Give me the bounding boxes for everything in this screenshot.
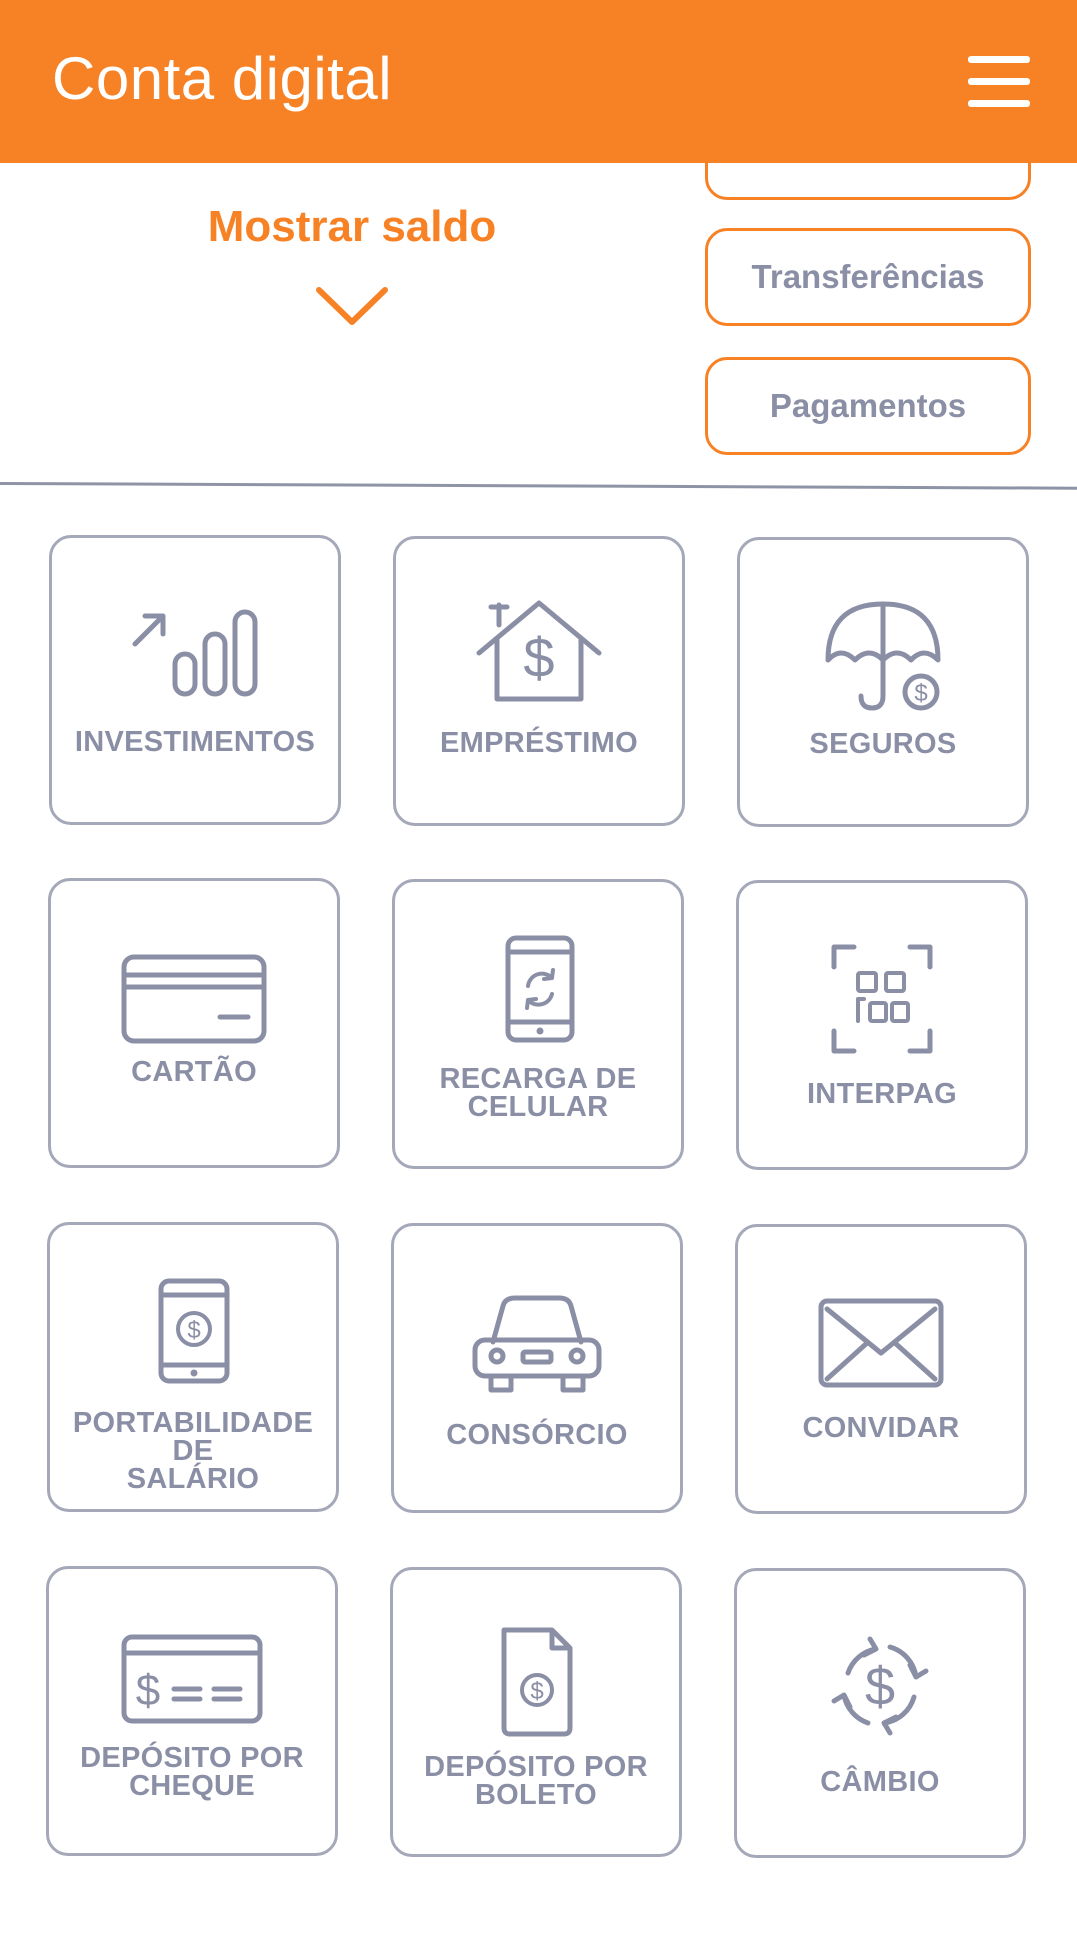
tile-portabilidade-salario[interactable]: $ PORTABILIDADE DE SALÁRIO [47, 1222, 339, 1512]
tile-interpag[interactable]: INTERPAG [736, 880, 1028, 1170]
tile-label: PORTABILIDADE DE SALÁRIO [72, 1407, 314, 1495]
tile-label: DEPÓSITO POR BOLETO [424, 1751, 648, 1811]
investments-chart-icon [125, 594, 265, 714]
tile-label: CÂMBIO [820, 1766, 940, 1798]
house-dollar-icon: $ [469, 595, 609, 715]
payments-button[interactable]: Pagamentos [705, 357, 1031, 455]
tile-label: INTERPAG [806, 1078, 958, 1110]
document-dollar-icon: $ [466, 1626, 606, 1746]
chevron-down-icon[interactable] [315, 284, 389, 330]
hamburger-menu-icon[interactable] [962, 56, 1034, 108]
tile-recarga-celular[interactable]: RECARGA DE CELULAR [392, 879, 684, 1169]
svg-text:$: $ [523, 626, 554, 689]
tile-deposito-cheque[interactable]: $ DEPÓSITO POR CHEQUE [46, 1566, 338, 1856]
tile-label: EMPRÉSTIMO [440, 727, 638, 759]
tile-emprestimo[interactable]: $ EMPRÉSTIMO [393, 536, 685, 826]
tile-investimentos[interactable]: INVESTIMENTOS [49, 535, 341, 825]
phone-dollar-icon: $ [123, 1278, 263, 1401]
svg-text:$: $ [530, 1678, 543, 1705]
show-balance-toggle[interactable]: Mostrar saldo [110, 202, 594, 252]
tile-consorcio[interactable]: CONSÓRCIO [391, 1223, 683, 1513]
page-title: Conta digital [52, 45, 393, 112]
tile-cartao[interactable]: CARTÃO [48, 878, 340, 1168]
tile-label: INVESTIMENTOS [74, 726, 316, 758]
umbrella-dollar-icon: $ [813, 596, 953, 716]
tile-label: CONSÓRCIO [446, 1419, 628, 1451]
transfers-button[interactable]: Transferências [705, 228, 1031, 326]
svg-text:$: $ [914, 680, 927, 707]
app-header: Conta digital [0, 0, 1077, 163]
tile-label: CONVIDAR [802, 1412, 960, 1444]
phone-recharge-icon [468, 935, 608, 1058]
credit-card-icon [121, 937, 267, 1057]
tile-label: RECARGA DE CELULAR [439, 1063, 637, 1123]
qr-code-icon [812, 939, 952, 1059]
tile-deposito-boleto[interactable]: $ DEPÓSITO POR BOLETO [390, 1567, 682, 1857]
tile-label: CARTÃO [131, 1056, 257, 1088]
svg-text:$: $ [136, 1666, 160, 1715]
svg-text:$: $ [865, 1657, 895, 1717]
check-dollar-icon: $ [121, 1625, 263, 1745]
tile-label: DEPÓSITO POR CHEQUE [80, 1742, 304, 1802]
svg-text:$: $ [187, 1317, 200, 1344]
tile-cambio[interactable]: $ CÂMBIO [734, 1568, 1026, 1858]
tile-label: SEGUROS [809, 728, 957, 760]
tile-convidar[interactable]: CONVIDAR [735, 1224, 1027, 1514]
section-divider [0, 482, 1077, 490]
exchange-dollar-icon: $ [810, 1627, 950, 1747]
car-icon [467, 1282, 607, 1402]
tile-seguros[interactable]: $ SEGUROS [737, 537, 1029, 827]
envelope-icon [811, 1283, 951, 1403]
